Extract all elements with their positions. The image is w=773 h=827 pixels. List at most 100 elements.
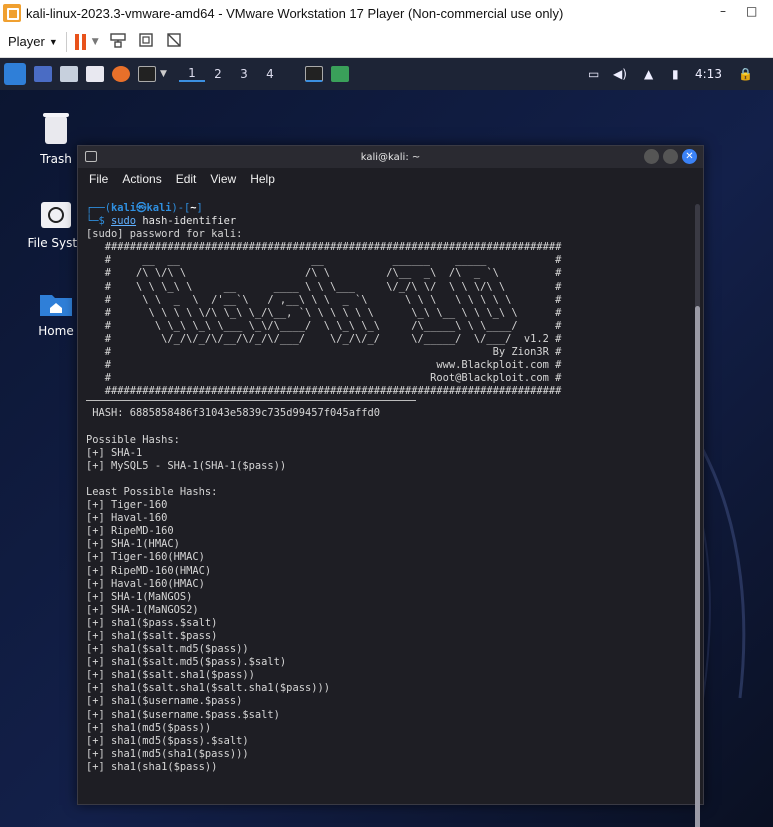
menu-help[interactable]: Help xyxy=(250,172,275,186)
menu-edit[interactable]: Edit xyxy=(176,172,197,186)
menu-actions[interactable]: Actions xyxy=(122,172,161,186)
player-menu-button[interactable]: Player ▼ xyxy=(8,34,58,49)
least-possible-list: [+] Tiger-160 [+] Haval-160 [+] RipeMD-160… xyxy=(86,499,689,774)
blank-line xyxy=(86,421,689,434)
least-possible-hash-item: [+] sha1(md5($pass).$salt) xyxy=(86,734,249,747)
vmware-window-title: kali-linux-2023.3-vmware-amd64 - VMware … xyxy=(26,5,564,21)
pause-dropdown-icon[interactable]: ▼ xyxy=(92,37,99,47)
kali-top-panel: ▼ 1 2 3 4 ▭ ◀) ▲ ▮ 4:13 🔒 xyxy=(0,58,773,90)
hash-identifier-banner: ########################################… xyxy=(86,241,689,398)
text-editor-icon[interactable] xyxy=(86,66,104,82)
possible-hashes-header: Possible Hashs: xyxy=(86,433,180,446)
workspace-2-button[interactable]: 2 xyxy=(205,67,231,81)
least-possible-hash-item: [+] sha1($salt.md5($pass).$salt) xyxy=(86,656,287,669)
taskbar-image-viewer-icon[interactable] xyxy=(330,66,349,82)
least-possible-header: Least Possible Hashs: xyxy=(86,485,218,498)
least-possible-hash-item: [+] SHA-1(MaNGOS) xyxy=(86,590,193,603)
banner-line: # \ \ _ \ /'__`\ / ,__\ \ \ _ `\ \ \ \ \… xyxy=(86,293,562,306)
least-possible-hash-item: [+] sha1($salt.sha1($salt.sha1($pass))) xyxy=(86,682,330,695)
banner-line: # \ \_\ \_\ \___ \_\/\____/ \ \_\ \_\ /\… xyxy=(86,319,562,332)
trash-icon xyxy=(43,113,69,144)
least-possible-hash-item: [+] sha1($username.$pass.$salt) xyxy=(86,708,280,721)
toolbar-divider xyxy=(65,31,67,52)
banner-line: # \ \ \ \ \/\ \_\ \_/\__, `\ \ \ \ \ \ \… xyxy=(86,306,562,319)
possible-hashes-list: [+] SHA-1 [+] MySQL5 - SHA-1(SHA-1($pass)… xyxy=(86,447,689,473)
launcher-dropdown-icon[interactable]: ▼ xyxy=(160,69,167,79)
battery-icon[interactable]: ▮ xyxy=(672,67,679,81)
least-possible-hash-item: [+] sha1($username.$pass) xyxy=(86,695,243,708)
terminal-menubar: File Actions Edit View Help xyxy=(78,168,703,190)
least-possible-hash-item: [+] sha1(md5($pass)) xyxy=(86,721,212,734)
terminal-title: kali@kali: ~ xyxy=(360,151,421,163)
banner-line: # __ __ __ ______ _____ # xyxy=(86,254,562,267)
drive-icon xyxy=(41,202,71,228)
panel-clock[interactable]: 4:13 xyxy=(695,67,722,81)
minimize-button[interactable]: – xyxy=(720,4,726,18)
least-possible-hash-item: [+] Haval-160 xyxy=(86,512,168,525)
least-possible-hash-item: [+] RipeMD-160(HMAC) xyxy=(86,564,212,577)
terminal-titlebar[interactable]: kali@kali: ~ ✕ xyxy=(78,146,703,168)
home-folder-icon xyxy=(40,295,72,316)
menu-file[interactable]: File xyxy=(89,172,108,186)
banner-line: ########################################… xyxy=(86,241,562,254)
network-devices-icon[interactable] xyxy=(109,31,127,53)
sudo-password-prompt: [sudo] password for kali: xyxy=(86,228,243,241)
least-possible-hash-item: [+] sha1($pass.$salt) xyxy=(86,616,218,629)
lock-icon[interactable]: 🔒 xyxy=(738,67,753,81)
banner-line: ########################################… xyxy=(86,385,562,398)
volume-icon[interactable]: ◀) xyxy=(613,67,627,81)
least-possible-hash-item: [+] sha1(sha1($pass)) xyxy=(86,760,218,773)
desktop-icon-label: File Syste xyxy=(27,236,85,250)
desktop-icon-label: Trash xyxy=(40,152,72,166)
show-desktop-icon[interactable] xyxy=(34,66,52,82)
terminal-output[interactable]: ┌──(kali㉿kali)-[~] └─$ sudo hash-identif… xyxy=(86,202,689,800)
workspace-3-button[interactable]: 3 xyxy=(231,67,257,81)
least-possible-hash-item: [+] sha1($salt.$pass) xyxy=(86,630,218,642)
command-line: └─$ sudo hash-identifier xyxy=(86,215,237,228)
prompt-line: ┌──(kali㉿kali)-[~] xyxy=(86,202,203,214)
output-separator xyxy=(86,400,416,402)
vmware-titlebar: kali-linux-2023.3-vmware-amd64 - VMware … xyxy=(0,0,773,26)
chevron-down-icon: ▼ xyxy=(48,36,58,47)
least-possible-hash-item: [+] sha1($salt.md5($pass)) xyxy=(86,643,249,656)
banner-line: # /\ \/\ \ /\ \ /\__ _\ /\ _ `\ # xyxy=(86,267,562,280)
player-menu-label: Player xyxy=(8,34,45,49)
firefox-icon[interactable] xyxy=(112,66,130,82)
workspace-1-button[interactable]: 1 xyxy=(178,66,205,82)
least-possible-hash-item: [+] SHA-1(HMAC) xyxy=(86,538,180,551)
blank-line xyxy=(86,473,689,486)
possible-hash-item: [+] MySQL5 - SHA-1(SHA-1($pass)) xyxy=(86,459,287,472)
hash-line: HASH: 6885858486f31043e5839c735d99457f04… xyxy=(86,407,381,420)
least-possible-hash-item: [+] Tiger-160 xyxy=(86,499,168,512)
banner-line: # By Zion3R # xyxy=(86,346,562,359)
least-possible-hash-item: [+] sha1($salt.sha1($pass)) xyxy=(86,669,255,682)
terminal-close-button[interactable]: ✕ xyxy=(682,149,697,164)
notifications-icon[interactable]: ▲ xyxy=(644,67,653,81)
least-possible-hash-item: [+] RipeMD-160 xyxy=(86,525,174,538)
terminal-scrollbar-thumb[interactable] xyxy=(695,306,700,827)
terminal-app-icon xyxy=(85,151,97,162)
banner-line: # \ \ \_\ \ __ ____ \ \ \___ \/_/\ \/ \ … xyxy=(86,280,562,293)
fit-guest-icon[interactable] xyxy=(137,31,155,53)
unity-mode-icon[interactable] xyxy=(165,31,183,53)
least-possible-hash-item: [+] Haval-160(HMAC) xyxy=(86,577,205,590)
pause-icon[interactable] xyxy=(74,33,86,50)
least-possible-hash-item: [+] sha1(md5(sha1($pass))) xyxy=(86,747,249,760)
kali-menu-icon[interactable] xyxy=(4,63,26,85)
workspace-4-button[interactable]: 4 xyxy=(257,67,283,81)
terminal-window[interactable]: kali@kali: ~ ✕ File Actions Edit View He… xyxy=(77,145,704,827)
maximize-button[interactable]: □ xyxy=(746,4,757,18)
taskbar-terminal-icon[interactable] xyxy=(304,66,323,82)
desktop-icon-label: Home xyxy=(38,324,74,338)
vmware-logo-icon xyxy=(3,4,21,22)
banner-line: # \/_/\/_/\/__/\/_/\/___/ \/_/\/_/ \/___… xyxy=(86,332,562,345)
terminal-maximize-button[interactable] xyxy=(663,149,678,164)
menu-view[interactable]: View xyxy=(210,172,236,186)
possible-hash-item: [+] SHA-1 xyxy=(86,446,143,459)
display-icon[interactable]: ▭ xyxy=(588,67,599,81)
terminal-launcher-icon[interactable] xyxy=(138,66,156,82)
least-possible-hash-item: [+] SHA-1(MaNGOS2) xyxy=(86,603,199,616)
terminal-minimize-button[interactable] xyxy=(644,149,659,164)
file-manager-icon[interactable] xyxy=(60,66,78,82)
vmware-toolbar: Player ▼ ▼ xyxy=(0,26,773,58)
